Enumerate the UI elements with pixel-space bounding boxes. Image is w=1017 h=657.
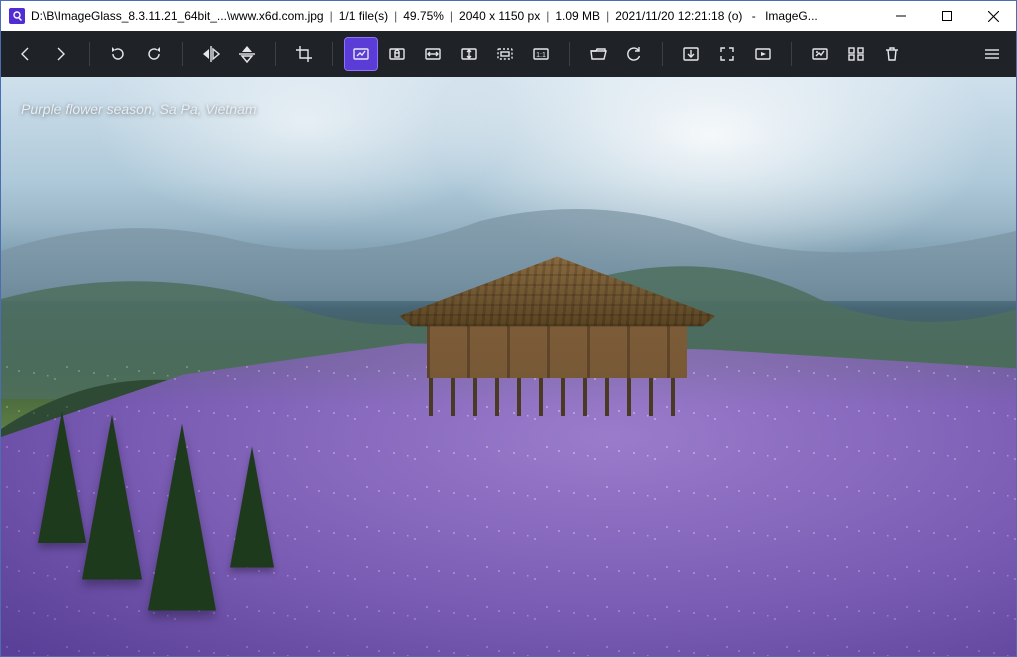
title-sep: | [394, 9, 397, 23]
delete-button[interactable] [876, 38, 908, 70]
toolbar-divider [89, 42, 90, 66]
next-button[interactable] [45, 38, 77, 70]
scale-to-height-button[interactable] [453, 38, 485, 70]
toolbar-divider [332, 42, 333, 66]
title-dimensions: 2040 x 1150 px [459, 9, 540, 23]
toolbar-divider [275, 42, 276, 66]
toolbar-divider [182, 42, 183, 66]
close-button[interactable] [970, 1, 1016, 31]
rotate-ccw-button[interactable] [102, 38, 134, 70]
app-icon [9, 8, 25, 24]
open-file-button[interactable] [582, 38, 614, 70]
title-text: D:\B\ImageGlass_8.3.11.21_64bit_...\www.… [31, 9, 818, 23]
prev-button[interactable] [9, 38, 41, 70]
title-app: ImageG... [765, 9, 818, 23]
image-viewport[interactable]: Purple flower season, Sa Pa, Vietnam [1, 77, 1016, 656]
title-file-index: 1/1 file(s) [339, 9, 388, 23]
lock-zoom-button[interactable] [381, 38, 413, 70]
maximize-button[interactable] [924, 1, 970, 31]
main-menu-button[interactable] [976, 38, 1008, 70]
title-sep: | [450, 9, 453, 23]
minimize-button[interactable] [878, 1, 924, 31]
title-bar: D:\B\ImageGlass_8.3.11.21_64bit_...\www.… [1, 1, 1016, 31]
fir-trees [42, 332, 282, 532]
scale-to-width-button[interactable] [417, 38, 449, 70]
title-filesize: 1.09 MB [555, 9, 600, 23]
window-controls [878, 1, 1016, 31]
image-caption: Purple flower season, Sa Pa, Vietnam [21, 101, 257, 117]
goto-button[interactable] [675, 38, 707, 70]
auto-zoom-button[interactable] [345, 38, 377, 70]
toolbar-divider [791, 42, 792, 66]
svg-text:1:1: 1:1 [536, 52, 546, 59]
refresh-button[interactable] [618, 38, 650, 70]
flip-horizontal-button[interactable] [195, 38, 227, 70]
actual-size-button[interactable]: 1:1 [525, 38, 557, 70]
thumbnails-button[interactable] [840, 38, 872, 70]
checkerboard-button[interactable] [804, 38, 836, 70]
title-sep: | [546, 9, 549, 23]
title-path: D:\B\ImageGlass_8.3.11.21_64bit_...\www.… [31, 9, 324, 23]
stilt-house [417, 256, 697, 406]
slideshow-button[interactable] [747, 38, 779, 70]
title-datetime: 2021/11/20 12:21:18 (o) [615, 9, 742, 23]
toolbar-divider [569, 42, 570, 66]
toolbar: 1:1 [1, 31, 1016, 77]
toolbar-divider [662, 42, 663, 66]
title-sep: | [606, 9, 609, 23]
flip-vertical-button[interactable] [231, 38, 263, 70]
fullscreen-button[interactable] [711, 38, 743, 70]
title-sep: | [330, 9, 333, 23]
title-zoom: 49.75% [403, 9, 444, 23]
title-appsep: - [748, 9, 759, 23]
rotate-cw-button[interactable] [138, 38, 170, 70]
crop-button[interactable] [288, 38, 320, 70]
window-fit-button[interactable] [489, 38, 521, 70]
